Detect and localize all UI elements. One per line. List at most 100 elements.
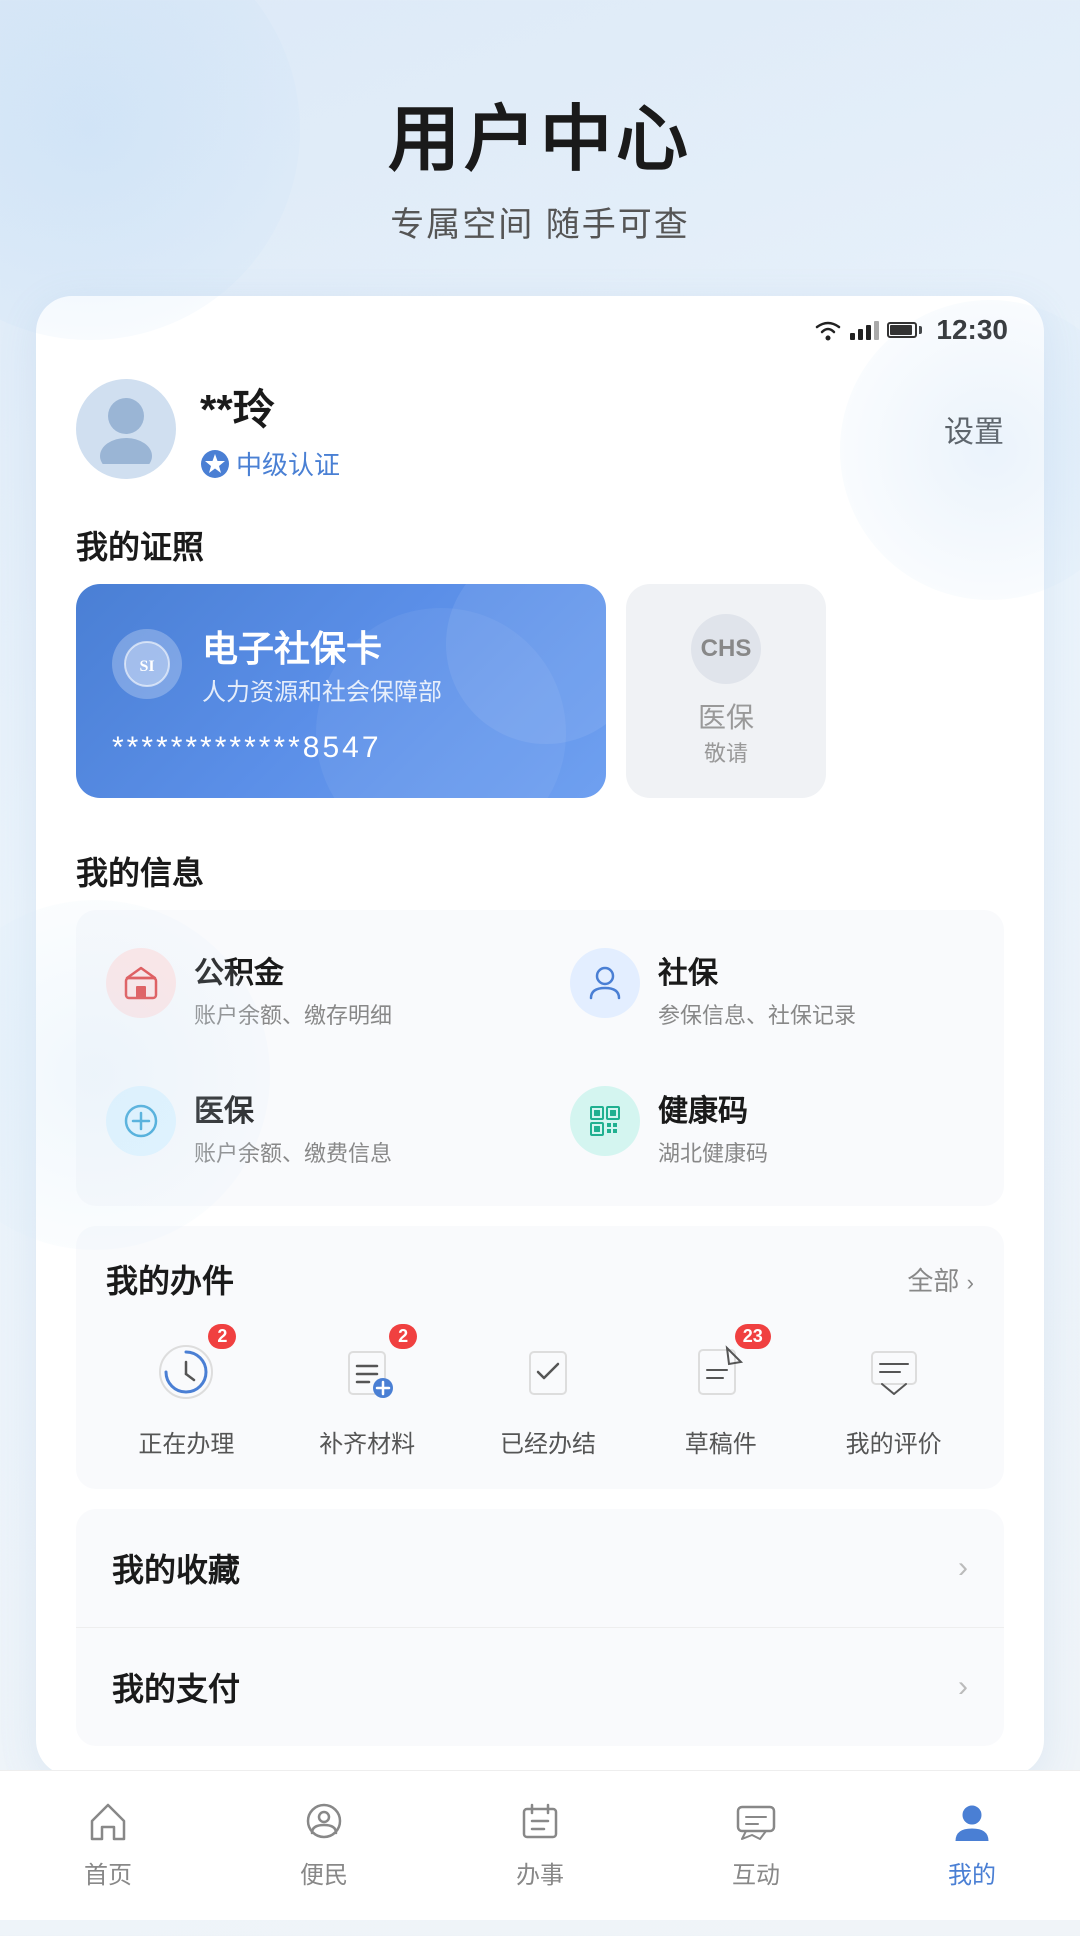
jiankangma-desc: 湖北健康码 <box>658 1136 768 1168</box>
processing-label: 正在办理 <box>138 1424 234 1459</box>
nav-item-home[interactable]: 首页 <box>38 1795 178 1890</box>
my-work-section: 我的办件 全部 › 2 <box>76 1226 1004 1489</box>
card-title: 电子社保卡 <box>202 620 442 672</box>
work-header: 我的办件 全部 › <box>76 1246 1004 1322</box>
nav-item-affairs[interactable]: 办事 <box>470 1795 610 1890</box>
work-item-draft[interactable]: 23 草稿件 <box>681 1332 761 1459</box>
shebao-title: 社保 <box>658 948 856 992</box>
mine-nav-icon <box>946 1795 998 1847</box>
nav-item-interact[interactable]: 互动 <box>686 1795 826 1890</box>
jiankangma-title: 健康码 <box>658 1086 768 1130</box>
interact-nav-label: 互动 <box>732 1855 780 1890</box>
favorites-label: 我的收藏 <box>112 1545 240 1591</box>
payment-chevron-icon: › <box>958 1670 968 1704</box>
health-card-logo: CHS <box>691 614 761 684</box>
profile-info: **玲 中级认证 <box>200 376 340 482</box>
card-org: 人力资源和社会保障部 <box>202 672 442 707</box>
shebao-icon <box>586 964 624 1002</box>
cert-level-text: 中级认证 <box>236 445 340 482</box>
completed-label: 已经办结 <box>500 1424 596 1459</box>
draft-badge: 23 <box>735 1324 771 1349</box>
svg-text:SI: SI <box>139 658 154 675</box>
battery-icon <box>887 322 922 338</box>
card-text-group: 电子社保卡 人力资源和社会保障部 <box>202 620 442 707</box>
work-item-supplement[interactable]: 2 补齐材料 <box>319 1332 415 1459</box>
si-logo-icon: SI <box>122 639 172 689</box>
draft-icon <box>691 1342 751 1402</box>
health-card-hint: 医保敬请 <box>698 696 754 768</box>
info-item-gongjijin[interactable]: 公积金 账户余额、缴存明细 <box>76 920 540 1058</box>
info-row-2: 医保 账户余额、缴费信息 <box>76 1058 1004 1196</box>
card-logo: SI <box>112 629 182 699</box>
nav-item-service[interactable]: 便民 <box>254 1795 394 1890</box>
affairs-nav-label: 办事 <box>516 1855 564 1890</box>
settings-button[interactable]: 设置 <box>944 407 1004 451</box>
card-number: *************8547 <box>112 731 570 765</box>
draft-icon-wrap: 23 <box>681 1332 761 1412</box>
processing-icon <box>156 1342 216 1402</box>
certificates-section-title: 我的证照 <box>36 512 1044 584</box>
list-item-payment[interactable]: 我的支付 › <box>76 1627 1004 1746</box>
avatar-person-icon <box>96 394 156 464</box>
processing-icon-wrap: 2 <box>146 1332 226 1412</box>
completed-icon <box>518 1342 578 1402</box>
nav-item-mine[interactable]: 我的 <box>902 1795 1042 1890</box>
yibao-desc: 账户余额、缴费信息 <box>194 1136 392 1168</box>
shebao-icon-wrap <box>570 948 640 1018</box>
jiankangma-icon <box>586 1102 624 1140</box>
yibao-text: 医保 账户余额、缴费信息 <box>194 1086 392 1168</box>
info-item-shebao[interactable]: 社保 参保信息、社保记录 <box>540 920 1004 1058</box>
gongjijin-desc: 账户余额、缴存明细 <box>194 998 392 1030</box>
gongjijin-icon-wrap <box>106 948 176 1018</box>
supplement-icon <box>337 1342 397 1402</box>
avatar <box>76 379 176 479</box>
status-bar: 12:30 <box>36 296 1044 356</box>
work-item-completed[interactable]: 已经办结 <box>500 1332 596 1459</box>
gongjijin-text: 公积金 账户余额、缴存明细 <box>194 948 392 1030</box>
yibao-title: 医保 <box>194 1086 392 1130</box>
review-icon <box>864 1342 924 1402</box>
social-insurance-card[interactable]: SI 电子社保卡 人力资源和社会保障部 *************8547 <box>76 584 606 798</box>
gongjijin-icon <box>122 964 160 1002</box>
chs-logo-text: CHS <box>701 635 752 663</box>
work-items-row: 2 正在办理 <box>76 1322 1004 1469</box>
info-item-yibao[interactable]: 医保 账户余额、缴费信息 <box>76 1058 540 1196</box>
cards-scroll: SI 电子社保卡 人力资源和社会保障部 *************8547 CH… <box>36 584 1044 818</box>
wifi-icon <box>814 319 842 341</box>
interact-nav-icon <box>730 1795 782 1847</box>
health-card[interactable]: CHS 医保敬请 <box>626 584 826 798</box>
work-all-button[interactable]: 全部 › <box>907 1261 974 1298</box>
status-icons <box>814 319 922 341</box>
draft-label: 草稿件 <box>685 1424 757 1459</box>
cert-star-icon <box>200 449 230 479</box>
shebao-text: 社保 参保信息、社保记录 <box>658 948 856 1030</box>
home-nav-icon <box>82 1795 134 1847</box>
supplement-icon-wrap: 2 <box>327 1332 407 1412</box>
supplement-badge: 2 <box>389 1324 417 1349</box>
card-top: SI 电子社保卡 人力资源和社会保障部 <box>112 620 570 707</box>
signal-bars <box>850 320 879 340</box>
review-icon-wrap <box>854 1332 934 1412</box>
jiankangma-icon-wrap <box>570 1086 640 1156</box>
page-subtitle: 专属空间 随手可查 <box>40 197 1040 246</box>
my-info-section: 公积金 账户余额、缴存明细 社保 参保信息、社保记录 <box>76 910 1004 1206</box>
cert-badge: 中级认证 <box>200 445 340 482</box>
work-item-processing[interactable]: 2 正在办理 <box>138 1332 234 1459</box>
work-section-title: 我的办件 <box>106 1256 234 1302</box>
service-nav-icon <box>298 1795 350 1847</box>
gongjijin-title: 公积金 <box>194 948 392 992</box>
info-row-1: 公积金 账户余额、缴存明细 社保 参保信息、社保记录 <box>76 920 1004 1058</box>
supplement-label: 补齐材料 <box>319 1424 415 1459</box>
yibao-icon-wrap <box>106 1086 176 1156</box>
jiankangma-text: 健康码 湖北健康码 <box>658 1086 768 1168</box>
page-title-area: 用户中心 专属空间 随手可查 <box>0 0 1080 296</box>
favorites-chevron-icon: › <box>958 1551 968 1585</box>
status-time: 12:30 <box>936 314 1008 346</box>
service-nav-label: 便民 <box>300 1855 348 1890</box>
main-card: 12:30 **玲 中级认 <box>36 296 1044 1776</box>
affairs-nav-icon <box>514 1795 566 1847</box>
list-item-favorites[interactable]: 我的收藏 › <box>76 1509 1004 1627</box>
work-item-review[interactable]: 我的评价 <box>846 1332 942 1459</box>
review-label: 我的评价 <box>846 1424 942 1459</box>
info-item-jiankangma[interactable]: 健康码 湖北健康码 <box>540 1058 1004 1196</box>
